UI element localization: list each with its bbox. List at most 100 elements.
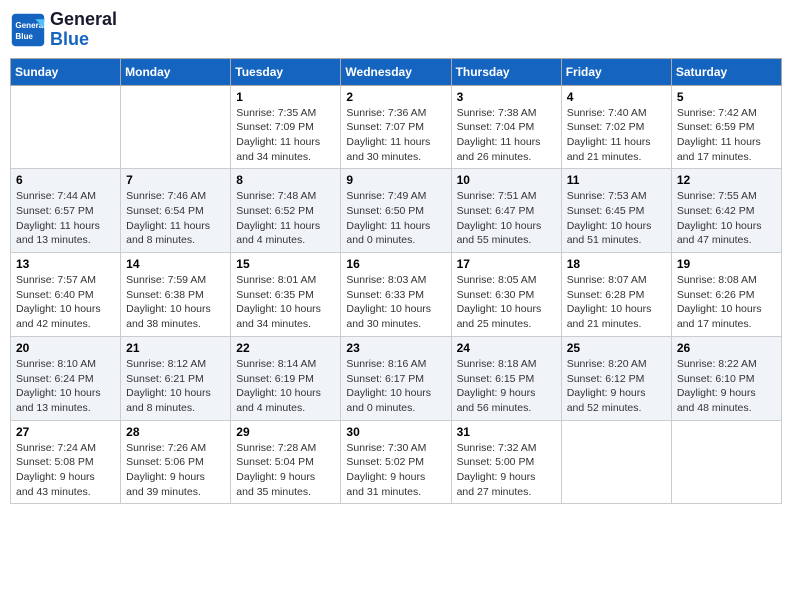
day-detail: Sunrise: 8:08 AM Sunset: 6:26 PM Dayligh…: [677, 273, 776, 332]
day-detail: Sunrise: 7:59 AM Sunset: 6:38 PM Dayligh…: [126, 273, 225, 332]
day-detail: Sunrise: 8:14 AM Sunset: 6:19 PM Dayligh…: [236, 357, 335, 416]
day-detail: Sunrise: 7:57 AM Sunset: 6:40 PM Dayligh…: [16, 273, 115, 332]
day-number: 19: [677, 257, 776, 271]
calendar-day-cell: 28 Sunrise: 7:26 AM Sunset: 5:06 PM Dayli…: [121, 420, 231, 504]
day-of-week-header: Friday: [561, 58, 671, 85]
calendar-day-cell: 20Sunrise: 8:10 AM Sunset: 6:24 PM Dayli…: [11, 336, 121, 420]
day-number: 29: [236, 425, 335, 439]
calendar-day-cell: 31 Sunrise: 7:32 AM Sunset: 5:00 PM Dayli…: [451, 420, 561, 504]
day-number: 7: [126, 173, 225, 187]
calendar-table: SundayMondayTuesdayWednesdayThursdayFrid…: [10, 58, 782, 505]
calendar-day-cell: 8 Sunrise: 7:48 AM Sunset: 6:52 PM Daylig…: [231, 169, 341, 253]
day-detail: Sunrise: 7:24 AM Sunset: 5:08 PM Dayligh…: [16, 441, 115, 500]
day-detail: Sunrise: 7:55 AM Sunset: 6:42 PM Dayligh…: [677, 189, 776, 248]
calendar-day-cell: 12 Sunrise: 7:55 AM Sunset: 6:42 PM Dayli…: [671, 169, 781, 253]
day-of-week-header: Thursday: [451, 58, 561, 85]
calendar-day-cell: 22Sunrise: 8:14 AM Sunset: 6:19 PM Dayli…: [231, 336, 341, 420]
day-of-week-header: Saturday: [671, 58, 781, 85]
day-detail: Sunrise: 7:28 AM Sunset: 5:04 PM Dayligh…: [236, 441, 335, 500]
day-number: 1: [236, 90, 335, 104]
day-of-week-header: Sunday: [11, 58, 121, 85]
day-detail: Sunrise: 8:22 AM Sunset: 6:10 PM Dayligh…: [677, 357, 776, 416]
day-number: 24: [457, 341, 556, 355]
calendar-day-cell: 2 Sunrise: 7:36 AM Sunset: 7:07 PM Daylig…: [341, 85, 451, 169]
day-number: 2: [346, 90, 445, 104]
day-of-week-header: Tuesday: [231, 58, 341, 85]
day-detail: Sunrise: 7:26 AM Sunset: 5:06 PM Dayligh…: [126, 441, 225, 500]
day-detail: Sunrise: 7:35 AM Sunset: 7:09 PM Dayligh…: [236, 106, 335, 165]
day-detail: Sunrise: 7:46 AM Sunset: 6:54 PM Dayligh…: [126, 189, 225, 248]
calendar-day-cell: 3 Sunrise: 7:38 AM Sunset: 7:04 PM Daylig…: [451, 85, 561, 169]
day-detail: Sunrise: 7:44 AM Sunset: 6:57 PM Dayligh…: [16, 189, 115, 248]
calendar-day-cell: 4 Sunrise: 7:40 AM Sunset: 7:02 PM Daylig…: [561, 85, 671, 169]
day-detail: Sunrise: 7:32 AM Sunset: 5:00 PM Dayligh…: [457, 441, 556, 500]
day-number: 20: [16, 341, 115, 355]
day-number: 30: [346, 425, 445, 439]
calendar-day-cell: 16Sunrise: 8:03 AM Sunset: 6:33 PM Dayli…: [341, 253, 451, 337]
calendar-day-cell: [11, 85, 121, 169]
day-detail: Sunrise: 8:18 AM Sunset: 6:15 PM Dayligh…: [457, 357, 556, 416]
day-number: 31: [457, 425, 556, 439]
logo: General Blue General Blue: [10, 10, 117, 50]
calendar-header: SundayMondayTuesdayWednesdayThursdayFrid…: [11, 58, 782, 85]
svg-text:Blue: Blue: [15, 32, 33, 41]
calendar-day-cell: 14 Sunrise: 7:59 AM Sunset: 6:38 PM Dayli…: [121, 253, 231, 337]
calendar-day-cell: 10 Sunrise: 7:51 AM Sunset: 6:47 PM Dayli…: [451, 169, 561, 253]
calendar-day-cell: 5 Sunrise: 7:42 AM Sunset: 6:59 PM Daylig…: [671, 85, 781, 169]
day-of-week-header: Monday: [121, 58, 231, 85]
day-number: 10: [457, 173, 556, 187]
calendar-day-cell: 17Sunrise: 8:05 AM Sunset: 6:30 PM Dayli…: [451, 253, 561, 337]
day-detail: Sunrise: 7:48 AM Sunset: 6:52 PM Dayligh…: [236, 189, 335, 248]
day-detail: Sunrise: 7:51 AM Sunset: 6:47 PM Dayligh…: [457, 189, 556, 248]
calendar-day-cell: 19 Sunrise: 8:08 AM Sunset: 6:26 PM Dayli…: [671, 253, 781, 337]
calendar-day-cell: 18Sunrise: 8:07 AM Sunset: 6:28 PM Dayli…: [561, 253, 671, 337]
calendar-day-cell: 9Sunrise: 7:49 AM Sunset: 6:50 PM Daylig…: [341, 169, 451, 253]
page-header: General Blue General Blue: [10, 10, 782, 50]
calendar-week-row: 27 Sunrise: 7:24 AM Sunset: 5:08 PM Dayli…: [11, 420, 782, 504]
calendar-week-row: 6 Sunrise: 7:44 AM Sunset: 6:57 PM Daylig…: [11, 169, 782, 253]
day-number: 21: [126, 341, 225, 355]
day-number: 8: [236, 173, 335, 187]
day-of-week-header: Wednesday: [341, 58, 451, 85]
day-number: 15: [236, 257, 335, 271]
day-number: 11: [567, 173, 666, 187]
day-number: 14: [126, 257, 225, 271]
calendar-day-cell: 27 Sunrise: 7:24 AM Sunset: 5:08 PM Dayli…: [11, 420, 121, 504]
day-number: 25: [567, 341, 666, 355]
day-number: 26: [677, 341, 776, 355]
day-number: 6: [16, 173, 115, 187]
calendar-day-cell: 24 Sunrise: 8:18 AM Sunset: 6:15 PM Dayli…: [451, 336, 561, 420]
day-detail: Sunrise: 8:05 AM Sunset: 6:30 PM Dayligh…: [457, 273, 556, 332]
day-detail: Sunrise: 7:42 AM Sunset: 6:59 PM Dayligh…: [677, 106, 776, 165]
logo-icon: General Blue: [10, 12, 46, 48]
day-detail: Sunrise: 7:40 AM Sunset: 7:02 PM Dayligh…: [567, 106, 666, 165]
calendar-day-cell: 13 Sunrise: 7:57 AM Sunset: 6:40 PM Dayli…: [11, 253, 121, 337]
day-number: 23: [346, 341, 445, 355]
day-detail: Sunrise: 7:38 AM Sunset: 7:04 PM Dayligh…: [457, 106, 556, 165]
calendar-day-cell: 15Sunrise: 8:01 AM Sunset: 6:35 PM Dayli…: [231, 253, 341, 337]
day-number: 16: [346, 257, 445, 271]
day-number: 13: [16, 257, 115, 271]
days-of-week-row: SundayMondayTuesdayWednesdayThursdayFrid…: [11, 58, 782, 85]
calendar-day-cell: 1 Sunrise: 7:35 AM Sunset: 7:09 PM Daylig…: [231, 85, 341, 169]
calendar-week-row: 13 Sunrise: 7:57 AM Sunset: 6:40 PM Dayli…: [11, 253, 782, 337]
calendar-day-cell: 29 Sunrise: 7:28 AM Sunset: 5:04 PM Dayli…: [231, 420, 341, 504]
calendar-day-cell: 30Sunrise: 7:30 AM Sunset: 5:02 PM Dayli…: [341, 420, 451, 504]
calendar-day-cell: 23Sunrise: 8:16 AM Sunset: 6:17 PM Dayli…: [341, 336, 451, 420]
calendar-body: 1 Sunrise: 7:35 AM Sunset: 7:09 PM Daylig…: [11, 85, 782, 504]
logo-text-blue: Blue: [50, 30, 117, 50]
day-number: 27: [16, 425, 115, 439]
day-number: 5: [677, 90, 776, 104]
day-detail: Sunrise: 8:20 AM Sunset: 6:12 PM Dayligh…: [567, 357, 666, 416]
calendar-day-cell: 21Sunrise: 8:12 AM Sunset: 6:21 PM Dayli…: [121, 336, 231, 420]
day-number: 4: [567, 90, 666, 104]
day-number: 12: [677, 173, 776, 187]
day-number: 3: [457, 90, 556, 104]
day-detail: Sunrise: 7:36 AM Sunset: 7:07 PM Dayligh…: [346, 106, 445, 165]
day-detail: Sunrise: 8:07 AM Sunset: 6:28 PM Dayligh…: [567, 273, 666, 332]
day-number: 28: [126, 425, 225, 439]
day-number: 9: [346, 173, 445, 187]
logo-text-general: General: [50, 10, 117, 30]
calendar-week-row: 20Sunrise: 8:10 AM Sunset: 6:24 PM Dayli…: [11, 336, 782, 420]
calendar-day-cell: 11Sunrise: 7:53 AM Sunset: 6:45 PM Dayli…: [561, 169, 671, 253]
